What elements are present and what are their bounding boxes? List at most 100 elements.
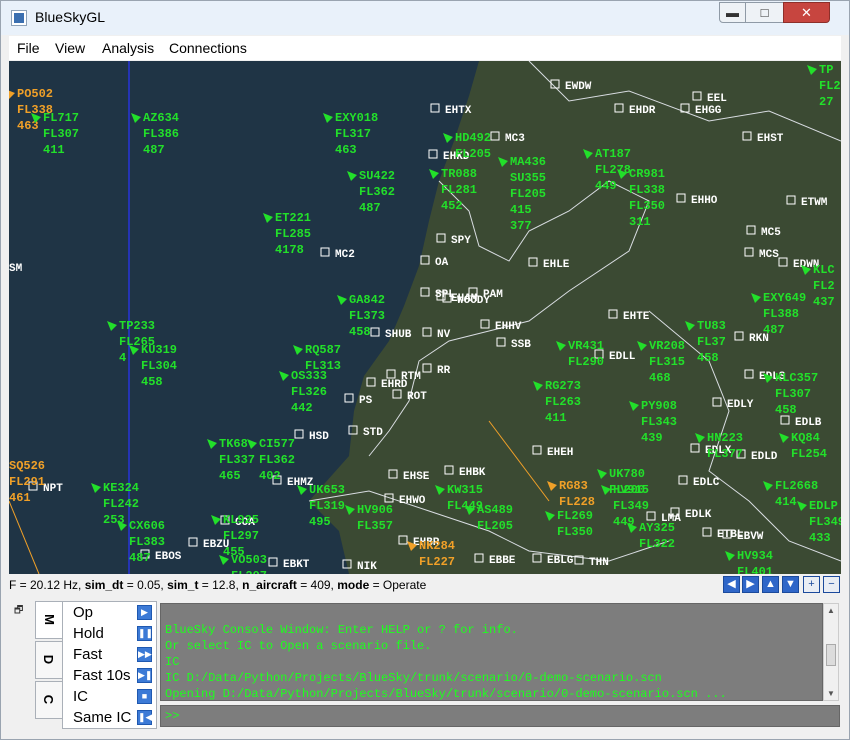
aircraft-label-line: FL37 xyxy=(697,335,726,349)
waypoint-label: NPT xyxy=(43,483,63,495)
aircraft-label-line: FL297 xyxy=(231,569,267,574)
scroll-thumb[interactable] xyxy=(826,644,836,666)
waypoint-label: ETBL xyxy=(717,529,744,541)
pan-right-icon[interactable]: ▶ xyxy=(742,576,759,593)
aircraft-label-line: FL307 xyxy=(775,387,811,401)
waypoint-label: EHBK xyxy=(459,467,486,479)
aircraft-label-line: 437 xyxy=(813,295,835,309)
waypoint-label: EHRD xyxy=(381,379,408,391)
tab-c[interactable]: C xyxy=(35,681,63,719)
sim-op-icon[interactable]: ▶ xyxy=(137,605,152,620)
waypoint-label: EEL xyxy=(707,93,727,105)
aircraft-label-line: 411 xyxy=(545,411,567,425)
sim-ic-label: IC xyxy=(73,688,88,705)
waypoint-label: EDLD xyxy=(751,451,778,463)
sim-fast-icon[interactable]: ▶▶ xyxy=(137,647,152,662)
sim-op-button[interactable]: Op ▶ xyxy=(63,603,156,624)
undock-icon[interactable]: 🗗 xyxy=(14,603,23,620)
waypoint-label: EDLC xyxy=(693,477,720,489)
waypoint-label: EDLB xyxy=(795,417,822,429)
aircraft-label-line: 458 xyxy=(775,403,797,417)
menu-view[interactable]: View xyxy=(55,40,85,56)
waypoint-label: EHTE xyxy=(623,311,650,323)
sim-same-ic-button[interactable]: Same IC ❚◀ xyxy=(63,708,156,729)
aircraft-label-line: PY908 xyxy=(641,399,677,413)
aircraft-label-line: HD492 xyxy=(455,131,491,145)
aircraft-label-line: SU422 xyxy=(359,169,395,183)
sim-hold-icon[interactable]: ❚❚ xyxy=(137,626,153,641)
aircraft-label-line: TK68 xyxy=(219,437,248,451)
menu-file[interactable]: File xyxy=(17,40,40,56)
waypoint-label: MCS xyxy=(759,249,779,261)
status-key: sim_t xyxy=(167,578,199,592)
waypoint-label: EBOS xyxy=(155,551,182,563)
aircraft-label-line: 4178 xyxy=(275,243,304,257)
aircraft-label-line: KQ84 xyxy=(791,431,820,445)
close-button[interactable]: ✕ xyxy=(783,2,830,23)
tab-m-label: M xyxy=(41,614,57,625)
aircraft-label-line: TR088 xyxy=(441,167,477,181)
aircraft-label-line: FL2 xyxy=(819,79,841,93)
tab-m[interactable]: M xyxy=(35,601,63,639)
aircraft-label-line: FL304 xyxy=(141,359,177,373)
pan-down-icon[interactable]: ▼ xyxy=(782,576,799,593)
sim-ic-button[interactable]: IC ■ xyxy=(63,687,156,708)
radar-map[interactable]: EWDWEHTX EHDREELEHGGEHSTEHKDMC3EHHO ETWMMC… xyxy=(9,61,841,574)
sim-ic-icon[interactable]: ■ xyxy=(137,689,152,704)
console-scrollbar[interactable]: ▲ ▼ xyxy=(823,603,839,701)
waypoint-label: NV xyxy=(437,329,451,341)
sim-fast-10s-icon[interactable]: ▶❚ xyxy=(137,668,152,683)
maximize-button[interactable]: □ xyxy=(745,2,784,23)
sim-same-ic-icon[interactable]: ❚◀ xyxy=(137,710,152,725)
sim-hold-button[interactable]: Hold ❚❚ xyxy=(63,624,156,645)
status-key: mode xyxy=(337,578,370,592)
aircraft-label-line: RG83 xyxy=(559,479,588,493)
sim-fast-button[interactable]: Fast ▶▶ xyxy=(63,645,156,666)
waypoint-label: HSD xyxy=(309,431,329,443)
aircraft-label-line: VR208 xyxy=(649,339,685,353)
aircraft-label-line: 461 xyxy=(9,491,31,505)
sim-fast-10s-button[interactable]: Fast 10s ▶❚ xyxy=(63,666,156,687)
console-line: Opening D:/Data/Python/Projects/BlueSky/… xyxy=(165,687,727,701)
scroll-up-icon[interactable]: ▲ xyxy=(827,606,835,615)
aircraft-label-line: FL357 xyxy=(357,519,393,533)
aircraft-label-line: 433 xyxy=(809,531,831,545)
aircraft-label-line: FL290 xyxy=(568,355,604,369)
title-bar[interactable]: BlueSkyGL ▬ □ ✕ xyxy=(1,1,849,35)
aircraft-label-line: FL362 xyxy=(359,185,395,199)
scroll-down-icon[interactable]: ▼ xyxy=(827,689,835,698)
waypoint-label: SM xyxy=(9,263,23,275)
aircraft-label-line: 452 xyxy=(441,199,463,213)
aircraft-label-line: FL285 xyxy=(275,227,311,241)
aircraft-label-line: UK780 xyxy=(609,467,645,481)
aircraft-label-line: 402 xyxy=(259,469,281,483)
aircraft-label-line: 468 xyxy=(649,371,671,385)
minimize-button[interactable]: ▬ xyxy=(719,2,746,23)
radar-display[interactable]: EWDW EHTX EHDR EEL EHGG EHST EHKD MC3 EHHO ETWM MC… xyxy=(9,61,841,574)
menu-connections[interactable]: Connections xyxy=(169,40,247,56)
zoom-in-icon[interactable]: + xyxy=(803,576,820,593)
aircraft-label-line: 442 xyxy=(291,401,313,415)
aircraft-label-line: GA842 xyxy=(349,293,385,307)
sim-fast-10s-label: Fast 10s xyxy=(73,667,131,684)
waypoint-label: EBLG xyxy=(547,555,574,567)
command-input[interactable]: >> xyxy=(160,705,840,727)
aircraft-label-line: 458 xyxy=(349,325,371,339)
tab-d[interactable]: D xyxy=(35,641,63,679)
main-window: BlueSkyGL ▬ □ ✕ File View Analysis Conne… xyxy=(0,0,850,740)
aircraft-label-line: FL227 xyxy=(419,555,455,569)
aircraft-label-line: FL269 xyxy=(557,509,593,523)
aircraft-label-line: FL315 xyxy=(649,355,685,369)
pan-up-icon[interactable]: ▲ xyxy=(762,576,779,593)
zoom-out-icon[interactable]: − xyxy=(823,576,840,593)
sim-control-panel: Op ▶ Hold ❚❚ Fast ▶▶ Fast 10s ▶❚ IC ■ Same IC ❚◀ xyxy=(62,601,157,729)
bluesky-app-icon xyxy=(11,10,27,26)
console-line: IC D:/Data/Python/Projects/BlueSky/trunk… xyxy=(165,671,662,685)
aircraft-label-line: MA436 xyxy=(510,155,546,169)
aircraft-label-line: TP xyxy=(819,63,833,77)
aircraft-label-line: 463 xyxy=(335,143,357,157)
menu-analysis[interactable]: Analysis xyxy=(102,40,154,56)
pan-left-icon[interactable]: ◀ xyxy=(723,576,740,593)
aircraft-label-line: CR981 xyxy=(629,167,665,181)
status-key: n_aircraft xyxy=(242,578,297,592)
